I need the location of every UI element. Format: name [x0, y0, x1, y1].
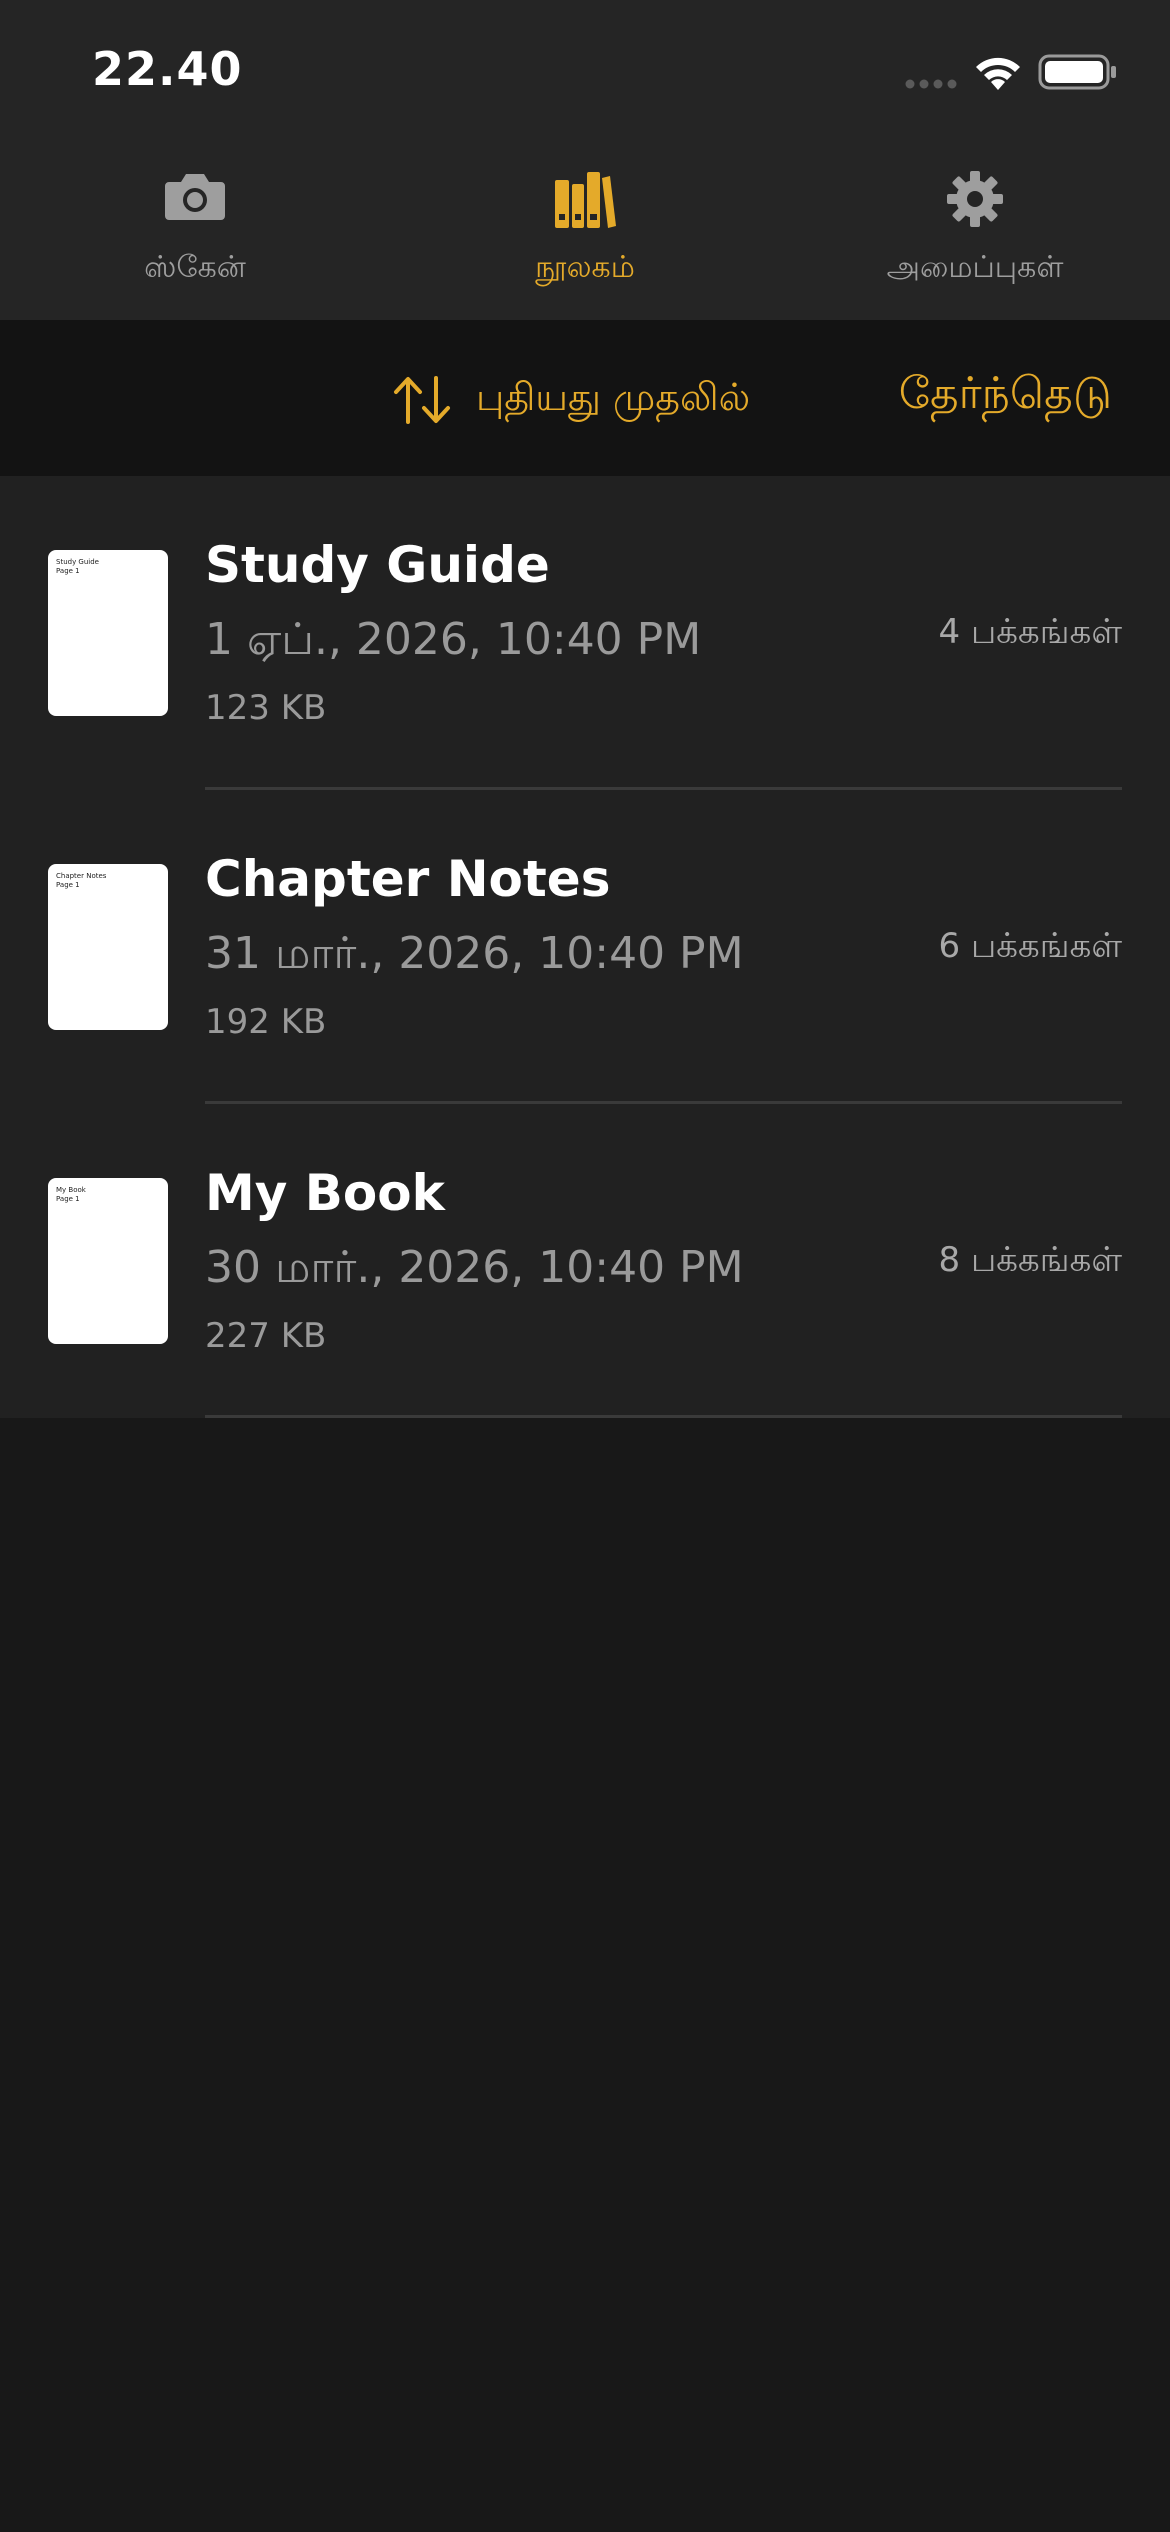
document-list: Study Guide Page 1 Study Guide 1 ஏப்., 2… [0, 476, 1170, 1418]
document-page-count: 8 பக்கங்கள் [938, 1240, 1122, 1280]
document-row[interactable]: Study Guide Page 1 Study Guide 1 ஏப்., 2… [0, 476, 1170, 790]
thumbnail-page: Page 1 [56, 881, 80, 889]
document-title: My Book [205, 1164, 445, 1222]
document-size: 192 KB [205, 1002, 327, 1042]
sort-arrows-icon [394, 376, 450, 424]
document-title: Chapter Notes [205, 850, 611, 908]
document-page-count: 6 பக்கங்கள் [938, 926, 1122, 966]
thumbnail-title: My Book [56, 1186, 86, 1194]
document-row[interactable]: Chapter Notes Page 1 Chapter Notes 31 மா… [0, 790, 1170, 1104]
document-thumbnail: My Book Page 1 [48, 1178, 168, 1344]
tab-settings[interactable]: அமைப்புகள் [780, 140, 1170, 320]
document-page-count: 4 பக்கங்கள் [938, 612, 1122, 652]
thumbnail-title: Study Guide [56, 558, 99, 566]
books-icon [555, 172, 616, 228]
document-size: 123 KB [205, 688, 327, 728]
document-thumbnail: Chapter Notes Page 1 [48, 864, 168, 1030]
document-title: Study Guide [205, 536, 550, 594]
status-time: 22.40 [92, 42, 243, 96]
document-date: 31 மார்., 2026, 10:40 PM [205, 928, 744, 979]
sort-button[interactable]: புதியது முதலில் [392, 370, 750, 430]
sort-label: புதியது முதலில் [476, 375, 751, 419]
thumbnail-page: Page 1 [56, 1195, 80, 1203]
select-button[interactable]: தேர்ந்தெடு [899, 368, 1112, 425]
row-separator [205, 1415, 1122, 1418]
tab-bar: ஸ்கேன் நூலகம் அமைப்புகள் [0, 140, 1170, 320]
gear-icon [947, 171, 1003, 227]
library-toolbar: புதியது முதலில் தேர்ந்தெடு [0, 320, 1170, 476]
battery-icon [1038, 54, 1116, 90]
wifi-icon [976, 57, 1020, 90]
tab-library[interactable]: நூலகம் [390, 140, 780, 320]
document-date: 1 ஏப்., 2026, 10:40 PM [205, 614, 702, 665]
cellular-signal-icon [905, 79, 957, 89]
status-bar: 22.40 [0, 0, 1170, 140]
document-thumbnail: Study Guide Page 1 [48, 550, 168, 716]
tab-scan-label: ஸ்கேன் [144, 250, 246, 285]
tab-scan[interactable]: ஸ்கேன் [0, 140, 390, 320]
camera-icon [165, 174, 225, 220]
document-row[interactable]: My Book Page 1 My Book 30 மார்., 2026, 1… [0, 1104, 1170, 1418]
tab-settings-label: அமைப்புகள் [886, 250, 1064, 285]
thumbnail-page: Page 1 [56, 567, 80, 575]
document-size: 227 KB [205, 1316, 327, 1356]
tab-library-label: நூலகம் [535, 250, 635, 285]
thumbnail-title: Chapter Notes [56, 872, 107, 880]
document-date: 30 மார்., 2026, 10:40 PM [205, 1242, 744, 1293]
